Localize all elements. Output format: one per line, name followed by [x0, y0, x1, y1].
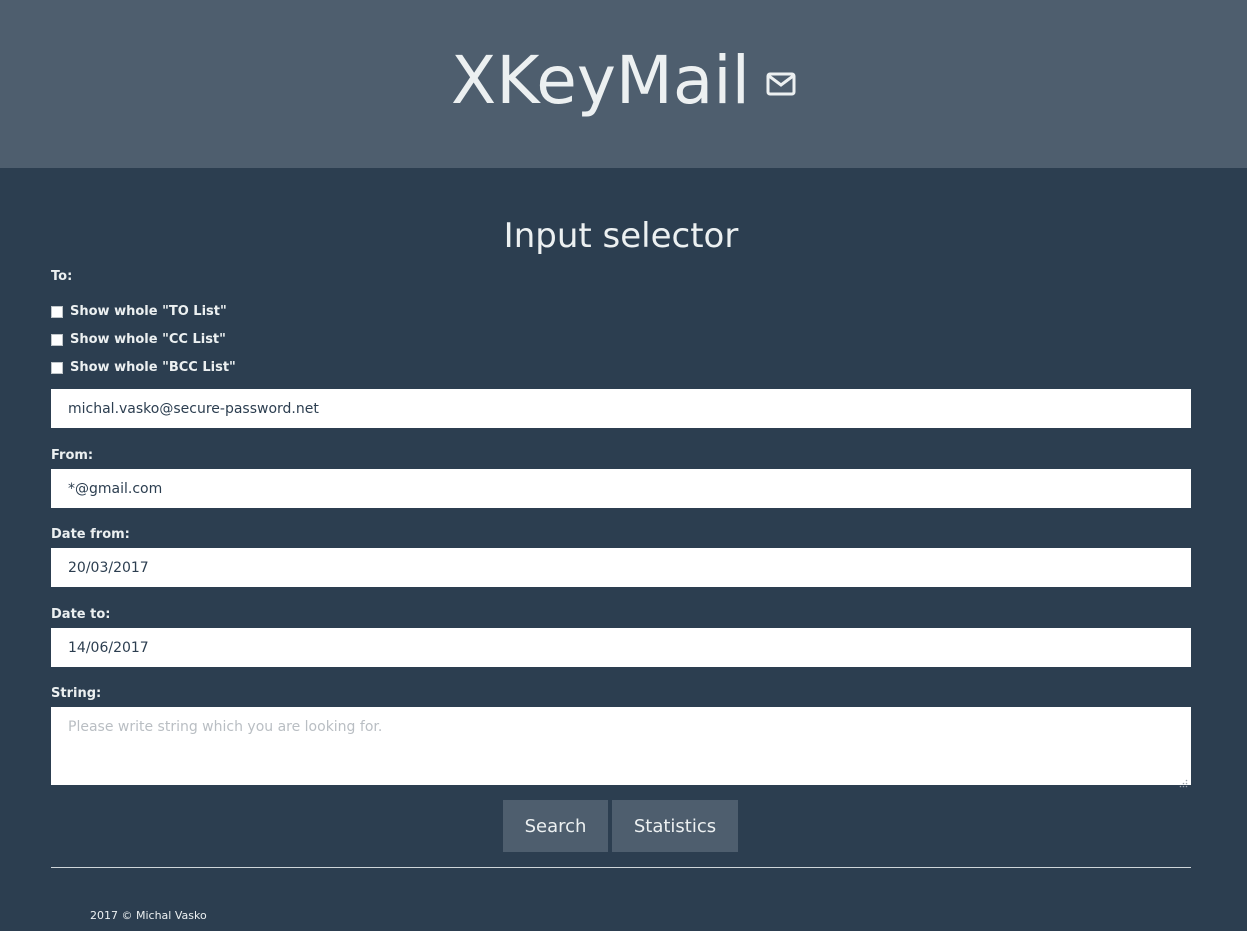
- checkbox-label: Show whole "BCC List": [70, 360, 236, 375]
- site-title: XKeyMail: [451, 42, 750, 119]
- show-to-list-checkbox[interactable]: Show whole "TO List": [51, 304, 227, 319]
- checkbox-label: Show whole "TO List": [70, 304, 227, 319]
- string-label: String:: [51, 686, 102, 701]
- brand: XKeyMail: [451, 48, 796, 114]
- site-header: XKeyMail: [0, 0, 1247, 168]
- date-from-input[interactable]: [51, 548, 1191, 587]
- date-to-input[interactable]: [51, 628, 1191, 667]
- checkbox-box[interactable]: [51, 305, 63, 318]
- mail-icon: [766, 71, 796, 97]
- string-textarea[interactable]: [51, 707, 1191, 785]
- from-label: From:: [51, 448, 94, 463]
- show-bcc-list-checkbox[interactable]: Show whole "BCC List": [51, 360, 236, 375]
- statistics-button[interactable]: Statistics: [612, 800, 738, 852]
- checkbox-label: Show whole "CC List": [70, 332, 226, 347]
- checkbox-box[interactable]: [51, 333, 63, 346]
- section-title: Input selector: [503, 216, 739, 256]
- footer-copyright: 2017 © Michal Vasko: [90, 909, 207, 922]
- resize-grip-icon[interactable]: [1179, 773, 1188, 788]
- date-to-label: Date to:: [51, 607, 111, 622]
- to-label: To:: [51, 269, 73, 284]
- show-cc-list-checkbox[interactable]: Show whole "CC List": [51, 332, 226, 347]
- to-input[interactable]: [51, 389, 1191, 428]
- date-from-label: Date from:: [51, 527, 130, 542]
- from-input[interactable]: [51, 469, 1191, 508]
- divider: [51, 867, 1191, 868]
- search-button[interactable]: Search: [503, 800, 608, 852]
- checkbox-box[interactable]: [51, 361, 63, 374]
